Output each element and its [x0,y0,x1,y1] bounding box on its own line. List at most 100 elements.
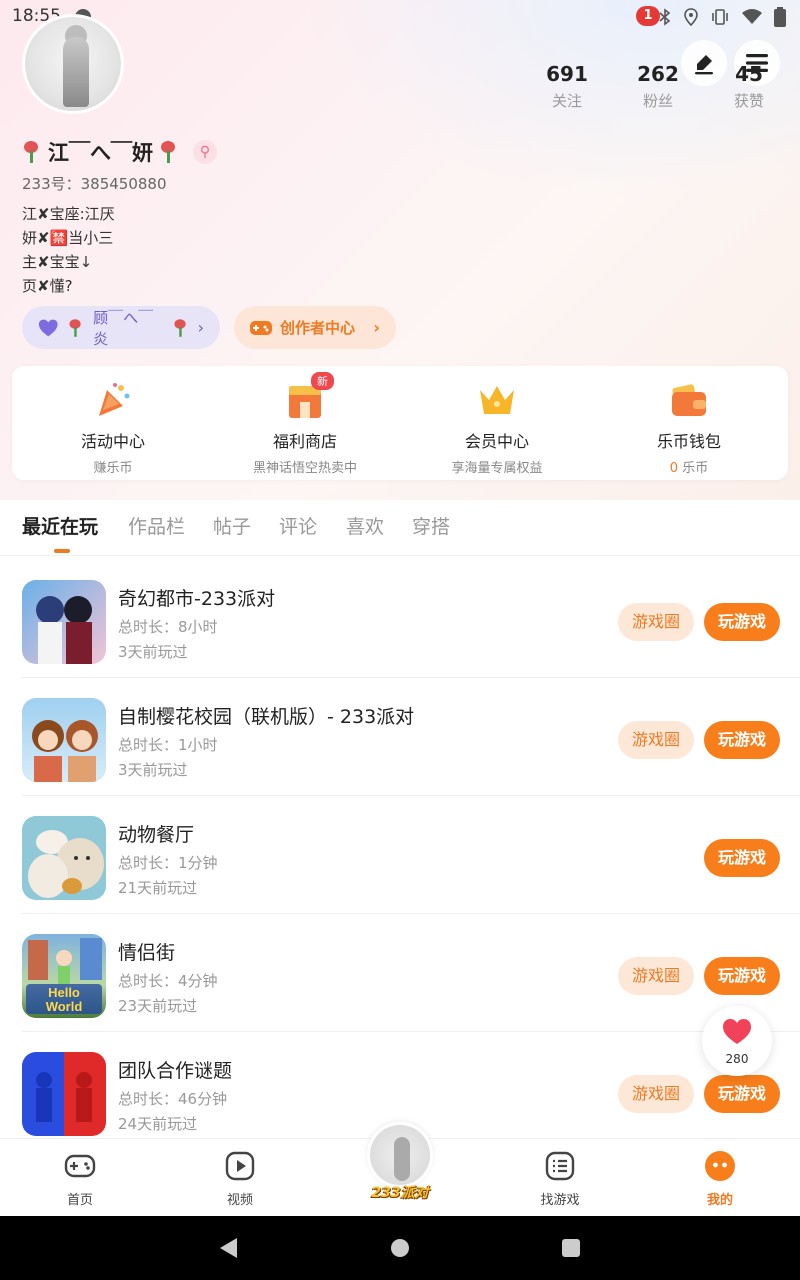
bio-line: 江✘宝座:江厌 [22,205,115,223]
wallet-icon [669,380,709,420]
creator-center-chip[interactable]: 创作者中心 › [234,306,396,349]
floating-like-button[interactable]: 280 [702,1006,772,1076]
feature-vip-center[interactable]: 会员中心 享海量专属权益 [400,380,594,476]
game-duration: 总时长：4分钟 [118,972,218,990]
game-duration: 总时长：46分钟 [118,1090,228,1108]
gamepad-icon [250,320,272,335]
feature-card: 活动中心 赚乐币 新 福利商店 黑神话悟空热卖中 会员中心 享海量专属权益 乐币… [12,366,788,480]
feature-title: 福利商店 [272,432,337,451]
bio-line: 妍✘🈲当小三 [22,229,114,247]
home-circle-icon[interactable] [391,1239,409,1257]
feature-title: 乐币钱包 [656,432,721,451]
game-duration: 总时长：8小时 [118,618,218,636]
status-icons [658,7,786,27]
tab-comments[interactable]: 评论 [279,512,317,539]
nav-home[interactable]: 首页 [40,1149,120,1208]
user-avatar[interactable] [22,14,124,114]
game-icon [22,1052,106,1136]
nav-party-label: 233派对 [371,1185,429,1201]
video-play-icon [223,1149,257,1183]
play-game-button[interactable]: 玩游戏 [704,1075,780,1113]
nav-mine[interactable]: 我的 [680,1149,760,1208]
stat-following-label: 关注 [551,92,582,110]
game-icon [22,580,106,664]
recents-square-icon[interactable] [562,1239,580,1257]
game-name: 奇幻都市-233派对 [118,588,276,610]
feature-title: 活动中心 [80,432,145,451]
game-row[interactable]: 动物餐厅 总时长：1分钟 21天前玩过 玩游戏 [0,796,800,914]
feature-subtitle: 黑神话悟空热卖中 [252,461,357,476]
game-icon [22,816,106,900]
game-icon [22,698,106,782]
notification-count-badge: 1 [636,6,660,26]
heart-icon [723,1019,751,1044]
game-circle-button[interactable]: 游戏圈 [618,957,694,995]
tab-works[interactable]: 作品栏 [128,512,185,539]
battery-icon [774,7,786,27]
bio-line: 页✘懂? [22,277,73,295]
game-last-played: 23天前玩过 [118,997,198,1015]
friend-chip[interactable]: 顾￣へ￣炎 › [22,306,220,349]
party-avatar-figure [394,1137,410,1181]
nav-video[interactable]: 视频 [200,1149,280,1208]
game-name: 情侣街 [118,942,176,964]
feature-activity-center[interactable]: 活动中心 赚乐币 [16,380,210,476]
game-circle-button[interactable]: 游戏圈 [618,1075,694,1113]
coin-unit: 乐币 [682,461,709,476]
like-count: 280 [725,1052,749,1066]
svg-text:World: World [46,999,83,1014]
stat-following[interactable]: 691 关注 [527,62,607,111]
party-popper-icon [93,380,133,420]
vibrate-icon [712,9,728,25]
game-last-played: 3天前玩过 [118,643,188,661]
tab-likes[interactable]: 喜欢 [346,512,384,539]
play-game-button[interactable]: 玩游戏 [704,603,780,641]
game-name: 团队合作谜题 [118,1060,233,1082]
tab-recently-played[interactable]: 最近在玩 [22,512,98,539]
smiley-face-icon [703,1149,737,1183]
nav-video-label: 视频 [226,1193,253,1208]
purple-heart-icon [38,319,58,336]
list-icon [543,1149,577,1183]
nav-party-center[interactable]: 233派对 [364,1122,436,1201]
play-game-button[interactable]: 玩游戏 [704,721,780,759]
game-name: 自制樱花校园（联机版）- 233派对 [118,706,415,728]
back-triangle-icon[interactable] [220,1238,237,1258]
feature-title: 会员中心 [464,432,529,451]
active-tab-indicator [54,549,70,553]
play-game-button[interactable]: 玩游戏 [704,839,780,877]
rose-icon [159,141,179,163]
stat-followers[interactable]: 262 粉丝 [618,62,698,111]
friend-chip-label: 顾￣へ￣炎 [93,308,154,348]
nav-mine-label: 我的 [706,1193,733,1208]
feature-subtitle: 享海量专属权益 [451,461,543,476]
game-row[interactable]: 自制樱花校园（联机版）- 233派对 总时长：1小时 3天前玩过 游戏圈 玩游戏 [0,678,800,796]
feature-welfare-shop[interactable]: 新 福利商店 黑神话悟空热卖中 [208,372,402,476]
tab-posts[interactable]: 帖子 [213,512,251,539]
gamepad-icon [63,1149,97,1183]
creator-center-label: 创作者中心 [280,319,356,337]
feature-coin-wallet[interactable]: 乐币钱包 0 乐币 [592,380,786,476]
game-row[interactable]: Hello World 情侣街 总时长：4分钟 23天前玩过 游戏圈 玩游戏 [0,914,800,1032]
stat-following-value: 691 [546,62,588,86]
nickname: 江￣へ￣妍 ⚲ [22,137,217,167]
chevron-right-icon: › [373,318,380,337]
game-circle-button[interactable]: 游戏圈 [618,721,694,759]
crown-icon [477,380,517,420]
tab-outfits[interactable]: 穿搭 [412,512,450,539]
play-game-button[interactable]: 玩游戏 [704,957,780,995]
user-id[interactable]: 233号：385450880 [22,173,167,194]
profile-tabs: 最近在玩 作品栏 帖子 评论 喜欢 穿搭 [0,500,800,556]
new-badge: 新 [311,372,334,390]
game-last-played: 24天前玩过 [118,1115,198,1133]
nav-find-games[interactable]: 找游戏 [520,1149,600,1208]
stat-likes[interactable]: 45 获赞 [709,62,789,111]
bluetooth-icon [659,8,671,26]
nav-find-games-label: 找游戏 [540,1193,580,1208]
rose-icon [173,318,188,337]
chevron-right-icon: › [197,318,204,337]
stat-likes-label: 获赞 [733,92,764,110]
game-row[interactable]: 奇幻都市-233派对 总时长：8小时 3天前玩过 游戏圈 玩游戏 [0,560,800,678]
game-circle-button[interactable]: 游戏圈 [618,603,694,641]
gender-female-icon: ⚲ [193,140,217,164]
